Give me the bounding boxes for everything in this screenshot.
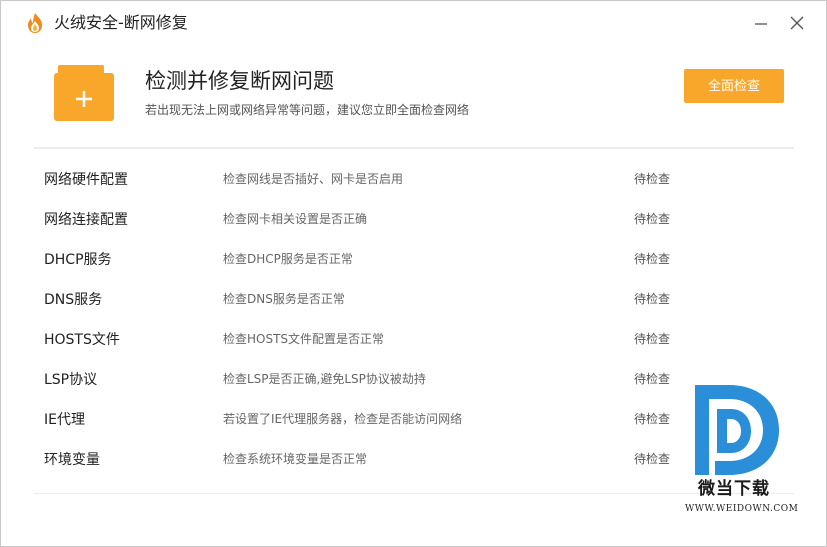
weidown-watermark-logo-icon: [695, 385, 779, 475]
divider: [34, 147, 794, 149]
check-row: 网络连接配置 检查网卡相关设置是否正确 待检查: [1, 201, 826, 241]
check-item-desc: 检查网卡相关设置是否正确: [223, 212, 368, 226]
check-item-desc: 检查DNS服务是否正常: [223, 292, 345, 306]
check-item-status: 待检查: [634, 252, 671, 266]
close-icon: [790, 16, 804, 30]
check-item-desc: 检查系统环境变量是否正常: [223, 452, 368, 466]
check-item-name: DNS服务: [44, 292, 103, 308]
check-item-desc: 若设置了IE代理服务器，检查是否能访问网络: [223, 412, 463, 426]
check-item-name: DHCP服务: [44, 252, 112, 268]
check-item-desc: 检查网线是否插好、网卡是否启用: [223, 172, 404, 186]
page-subtitle: 若出现无法上网或网络异常等问题，建议您立即全面检查网络: [145, 103, 470, 117]
check-item-name: IE代理: [44, 412, 85, 428]
check-item-desc: 检查LSP是否正确,避免LSP协议被劫持: [223, 372, 426, 386]
flame-logo-icon: [28, 13, 42, 33]
check-item-status: 待检查: [634, 372, 671, 386]
check-row: DNS服务 检查DNS服务是否正常 待检查: [1, 281, 826, 321]
check-item-status: 待检查: [634, 452, 671, 466]
folder-plus-icon: [54, 65, 114, 121]
minimize-icon: [755, 23, 767, 25]
check-item-status: 待检查: [634, 332, 671, 346]
watermark-url: WWW.WEIDOWN.COM: [685, 504, 799, 514]
check-row: DHCP服务 检查DHCP服务是否正常 待检查: [1, 241, 826, 281]
close-button[interactable]: [785, 11, 809, 35]
check-item-status: 待检查: [634, 212, 671, 226]
check-item-status: 待检查: [634, 172, 671, 186]
minimize-button[interactable]: [749, 11, 773, 35]
watermark-text: 微当下载: [698, 479, 770, 499]
check-item-desc: 检查DHCP服务是否正常: [223, 252, 353, 266]
check-item-status: 待检查: [634, 412, 671, 426]
check-item-name: 网络硬件配置: [44, 172, 128, 188]
full-scan-button[interactable]: 全面检查: [684, 69, 784, 103]
check-item-name: 网络连接配置: [44, 212, 128, 228]
check-row: 网络硬件配置 检查网线是否插好、网卡是否启用 待检查: [1, 161, 826, 201]
page-title: 检测并修复断网问题: [145, 69, 334, 93]
check-item-name: HOSTS文件: [44, 332, 120, 348]
divider: [34, 493, 794, 494]
check-row: HOSTS文件 检查HOSTS文件配置是否正常 待检查: [1, 321, 826, 361]
check-item-desc: 检查HOSTS文件配置是否正常: [223, 332, 385, 346]
check-item-name: LSP协议: [44, 372, 98, 388]
title-bar[interactable]: 火绒安全-断网修复: [1, 1, 826, 45]
app-window: 火绒安全-断网修复 检测并修复断网问题 若出现无法上网或网络异常等问题，建议您立…: [0, 0, 827, 547]
window-title: 火绒安全-断网修复: [54, 13, 188, 32]
check-item-status: 待检查: [634, 292, 671, 306]
check-item-name: 环境变量: [44, 452, 100, 468]
